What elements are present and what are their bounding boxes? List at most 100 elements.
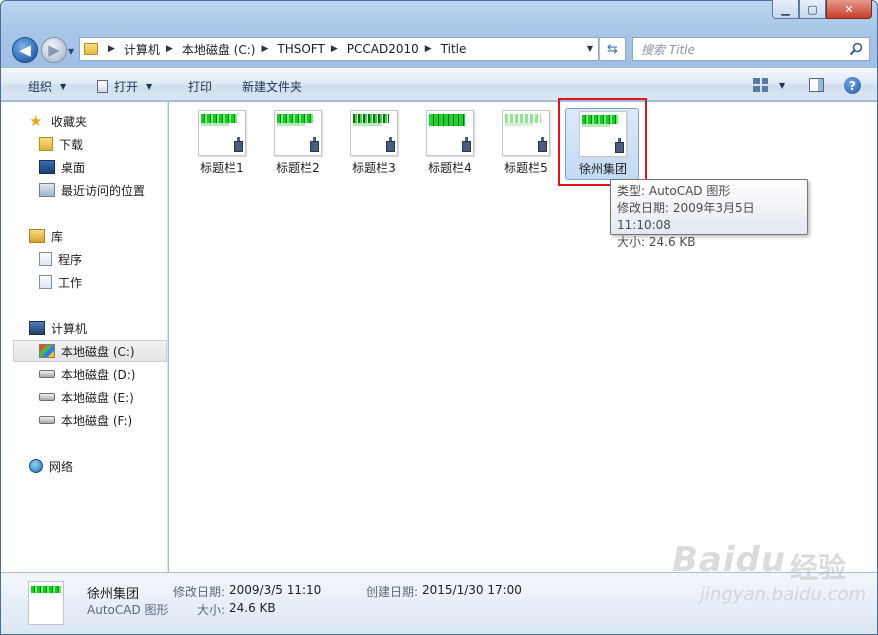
computer-icon bbox=[29, 321, 45, 335]
help-icon[interactable]: ? bbox=[844, 77, 861, 94]
file-name: 标题栏2 bbox=[276, 161, 320, 175]
minimize-button[interactable]: ▁ bbox=[772, 0, 799, 19]
chevron-down-icon: ▼ bbox=[60, 82, 67, 91]
command-bar: 组织 ▼ 打开 ▼ 打印 新建文件夹 ▼ ? bbox=[1, 68, 877, 101]
view-options-dropdown[interactable]: ▼ bbox=[779, 81, 785, 90]
library-icon bbox=[29, 229, 45, 243]
nav-network-label: 网络 bbox=[49, 459, 74, 474]
nav-item-drive-c[interactable]: 本地磁盘 (C:) bbox=[13, 340, 167, 362]
highlight-box bbox=[558, 98, 647, 186]
file-name: 标题栏1 bbox=[200, 161, 244, 175]
nav-computer[interactable]: 计算机 bbox=[29, 317, 159, 339]
chevron-right-icon[interactable]: ▶ bbox=[108, 44, 115, 54]
address-bar[interactable]: ▶ 计算机 ▶ 本地磁盘 (C:) ▶ THSOFT ▶ PCCAD2010 ▶… bbox=[79, 37, 599, 61]
forward-button[interactable]: ▶ bbox=[41, 37, 67, 63]
file-item[interactable]: 标题栏1 bbox=[185, 108, 259, 180]
new-folder-label: 新建文件夹 bbox=[242, 80, 303, 94]
recent-pages-dropdown[interactable]: ▼ bbox=[68, 47, 74, 56]
file-item[interactable]: 标题栏4 bbox=[413, 108, 487, 180]
dwg-thumbnail-icon bbox=[502, 110, 550, 156]
folder-icon bbox=[84, 43, 98, 55]
organize-menu[interactable]: 组织 ▼ bbox=[28, 78, 66, 95]
details-modified-label: 修改日期: bbox=[173, 585, 226, 599]
organize-label: 组织 bbox=[28, 80, 53, 94]
refresh-icon: ⇆ bbox=[607, 41, 618, 57]
file-item[interactable]: 标题栏5 bbox=[489, 108, 563, 180]
chevron-right-icon[interactable]: ▶ bbox=[166, 44, 173, 54]
baidu-watermark: Baidu 经验 jingyan.baidu.com bbox=[672, 540, 866, 610]
tooltip-size: 大小: 24.6 KB bbox=[617, 235, 696, 249]
maximize-button[interactable]: ▢ bbox=[799, 0, 826, 19]
preview-pane-icon[interactable] bbox=[809, 78, 824, 92]
nav-item-label: 程序 bbox=[58, 252, 83, 267]
nav-libraries[interactable]: 库 bbox=[29, 225, 159, 247]
nav-item-desktop[interactable]: 桌面 bbox=[39, 156, 159, 178]
nav-computer-label: 计算机 bbox=[51, 321, 88, 336]
file-name: 标题栏5 bbox=[504, 161, 548, 175]
nav-item-label: 最近访问的位置 bbox=[61, 183, 146, 198]
library-doc-icon bbox=[39, 275, 52, 289]
close-button[interactable]: ✕ bbox=[826, 0, 872, 19]
watermark-text: 经验 bbox=[790, 551, 847, 584]
file-list: 标题栏1 标题栏2 标题栏3 标题栏4 标题栏5 徐州集团 类型: AutoCA… bbox=[169, 98, 877, 572]
dwg-thumbnail-icon bbox=[350, 110, 398, 156]
nav-item-label: 本地磁盘 (F:) bbox=[61, 413, 133, 428]
breadcrumb-thsoft[interactable]: THSOFT bbox=[277, 42, 324, 56]
breadcrumb-drive-c[interactable]: 本地磁盘 (C:) bbox=[182, 41, 256, 58]
open-file-icon bbox=[97, 80, 108, 93]
open-label: 打开 bbox=[114, 80, 139, 94]
nav-item-recent-places[interactable]: 最近访问的位置 bbox=[39, 179, 167, 201]
network-icon bbox=[29, 459, 43, 473]
nav-favorites-label: 收藏夹 bbox=[51, 114, 88, 129]
window-controls: ▁ ▢ ✕ bbox=[772, 0, 872, 19]
chevron-right-icon[interactable]: ▶ bbox=[261, 44, 268, 54]
windows-drive-icon bbox=[39, 344, 55, 358]
search-placeholder: 搜索 Title bbox=[641, 42, 695, 57]
nav-item-label: 工作 bbox=[58, 275, 83, 290]
print-label: 打印 bbox=[188, 80, 213, 94]
arrow-right-icon: ▶ bbox=[48, 41, 60, 59]
breadcrumb-pccad2010[interactable]: PCCAD2010 bbox=[347, 42, 419, 56]
search-icon[interactable] bbox=[849, 42, 863, 56]
nav-item-label: 本地磁盘 (E:) bbox=[61, 390, 134, 405]
open-button[interactable]: 打开 ▼ bbox=[97, 78, 152, 95]
nav-item-drive-f[interactable]: 本地磁盘 (F:) bbox=[39, 409, 159, 431]
new-folder-button[interactable]: 新建文件夹 bbox=[242, 78, 302, 95]
file-tooltip: 类型: AutoCAD 图形 修改日期: 2009年3月5日 11:10:08 … bbox=[610, 179, 808, 249]
chevron-right-icon[interactable]: ▶ bbox=[331, 44, 338, 54]
arrow-left-icon: ◀ bbox=[19, 41, 31, 59]
details-created-value: 2015/1/30 17:00 bbox=[422, 583, 522, 597]
chevron-right-icon[interactable]: ▶ bbox=[425, 44, 432, 54]
search-input[interactable]: 搜索 Title bbox=[632, 37, 870, 61]
star-icon: ★ bbox=[29, 112, 43, 130]
drive-icon bbox=[39, 370, 55, 378]
file-item[interactable]: 标题栏3 bbox=[337, 108, 411, 180]
recent-places-icon bbox=[39, 183, 55, 197]
download-folder-icon bbox=[39, 137, 53, 151]
change-view-icon[interactable] bbox=[753, 78, 768, 92]
details-modified-value: 2009/3/5 11:10 bbox=[229, 583, 322, 597]
drive-icon bbox=[39, 393, 55, 401]
print-button[interactable]: 打印 bbox=[188, 78, 212, 95]
chevron-down-icon: ▼ bbox=[146, 82, 153, 91]
nav-item-drive-d[interactable]: 本地磁盘 (D:) bbox=[39, 363, 159, 385]
nav-favorites[interactable]: ★ 收藏夹 bbox=[29, 110, 159, 132]
nav-item-programs[interactable]: 程序 bbox=[39, 248, 159, 270]
tooltip-type: 类型: AutoCAD 图形 bbox=[617, 184, 731, 198]
nav-item-drive-e[interactable]: 本地磁盘 (E:) bbox=[39, 386, 159, 408]
file-name: 标题栏4 bbox=[428, 161, 472, 175]
breadcrumb-title[interactable]: Title bbox=[441, 42, 467, 56]
nav-item-work[interactable]: 工作 bbox=[39, 271, 159, 293]
drive-icon bbox=[39, 416, 55, 424]
refresh-button[interactable]: ⇆ bbox=[600, 37, 626, 61]
details-file-name: 徐州集团 bbox=[87, 587, 140, 602]
nav-item-label: 本地磁盘 (D:) bbox=[61, 367, 136, 382]
back-button[interactable]: ◀ bbox=[12, 37, 38, 63]
nav-item-downloads[interactable]: 下载 bbox=[39, 133, 159, 155]
navigation-pane: ★ 收藏夹 下载 桌面 最近访问的位置 库 程序 工作 计算机 本地磁盘 (C:… bbox=[1, 102, 168, 572]
file-item[interactable]: 标题栏2 bbox=[261, 108, 335, 180]
address-dropdown[interactable]: ▼ bbox=[587, 44, 593, 53]
dwg-thumbnail-icon bbox=[28, 581, 64, 625]
nav-network[interactable]: 网络 bbox=[29, 455, 159, 477]
breadcrumb-computer[interactable]: 计算机 bbox=[124, 41, 160, 58]
